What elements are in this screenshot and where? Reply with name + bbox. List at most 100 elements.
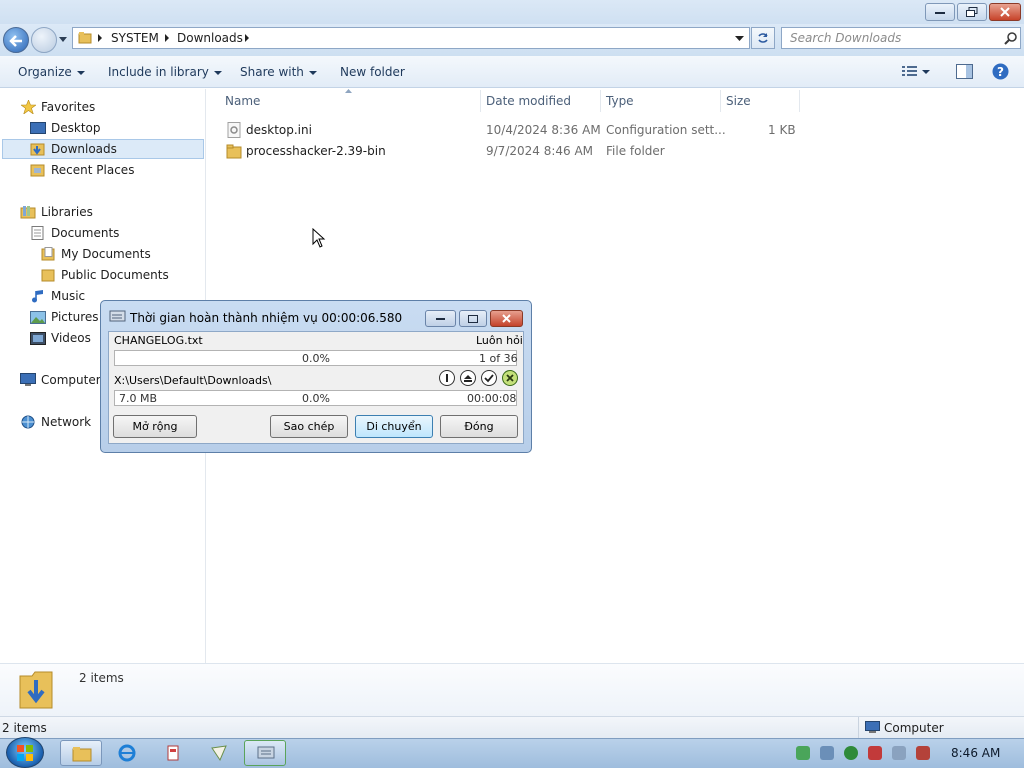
view-options-button[interactable] bbox=[902, 65, 918, 80]
taskbar-app[interactable] bbox=[198, 740, 240, 766]
refresh-button[interactable] bbox=[751, 27, 775, 49]
recent-places-icon bbox=[30, 163, 46, 177]
preview-pane-icon bbox=[956, 64, 973, 79]
restore-button[interactable] bbox=[957, 3, 987, 21]
breadcrumb-downloads[interactable]: Downloads bbox=[177, 31, 243, 45]
help-button[interactable]: ? bbox=[992, 63, 1009, 83]
table-row[interactable]: processhacker-2.39-bin 9/7/2024 8:46 AM … bbox=[220, 141, 800, 161]
include-in-library-button[interactable]: Include in library bbox=[108, 65, 222, 79]
dialog-cancel-button[interactable]: Đóng bbox=[440, 415, 518, 438]
new-folder-button[interactable]: New folder bbox=[340, 65, 405, 79]
confirm-button[interactable] bbox=[481, 370, 497, 386]
tray-security-icon[interactable] bbox=[796, 746, 810, 760]
nav-recent-places[interactable]: Recent Places bbox=[30, 160, 134, 180]
column-header-size[interactable]: Size bbox=[726, 94, 751, 108]
svg-text:?: ? bbox=[997, 65, 1004, 79]
desktop-icon bbox=[30, 121, 46, 135]
pause-button[interactable] bbox=[460, 370, 476, 386]
column-separator[interactable] bbox=[480, 90, 481, 112]
nav-computer[interactable]: Computer bbox=[20, 370, 101, 390]
nav-documents[interactable]: Documents bbox=[30, 223, 119, 243]
tray-network-icon[interactable] bbox=[892, 746, 906, 760]
status-divider bbox=[858, 717, 859, 739]
preview-pane-button[interactable] bbox=[956, 64, 973, 82]
nav-pictures[interactable]: Pictures bbox=[30, 307, 99, 327]
dialog-maximize-button[interactable] bbox=[459, 310, 487, 327]
address-bar[interactable]: SYSTEM Downloads bbox=[72, 27, 750, 49]
dialog-close-button[interactable] bbox=[490, 310, 523, 327]
chevron-right-icon[interactable] bbox=[164, 34, 170, 42]
nav-public-documents-label: Public Documents bbox=[61, 268, 169, 282]
nav-my-documents[interactable]: My Documents bbox=[40, 244, 151, 264]
details-pane: 2 items bbox=[0, 663, 1024, 716]
chevron-down-icon[interactable] bbox=[922, 70, 930, 74]
network-icon bbox=[20, 415, 36, 429]
copy-handler-icon bbox=[257, 746, 275, 759]
window-titlebar bbox=[0, 0, 1024, 24]
search-input[interactable]: Search Downloads bbox=[781, 27, 1021, 49]
nav-desktop-label: Desktop bbox=[51, 121, 101, 135]
nav-desktop[interactable]: Desktop bbox=[30, 118, 101, 138]
nav-downloads[interactable]: Downloads bbox=[2, 139, 204, 159]
eject-icon bbox=[464, 375, 472, 382]
nav-network[interactable]: Network bbox=[20, 412, 91, 432]
copy-button[interactable]: Sao chép bbox=[270, 415, 348, 438]
tray-volume-muted-icon[interactable] bbox=[916, 746, 930, 760]
minimize-button[interactable] bbox=[925, 3, 955, 21]
expand-button[interactable]: Mở rộng bbox=[113, 415, 197, 438]
settings-file-icon bbox=[227, 122, 241, 138]
table-row[interactable]: desktop.ini 10/4/2024 8:36 AM Configurat… bbox=[220, 120, 800, 140]
taskbar-explorer[interactable] bbox=[60, 740, 102, 766]
cancel-task-button[interactable] bbox=[502, 370, 518, 386]
column-separator[interactable] bbox=[720, 90, 721, 112]
breadcrumb-system[interactable]: SYSTEM bbox=[111, 31, 159, 45]
chevron-right-icon bbox=[98, 34, 102, 42]
nav-favorites[interactable]: Favorites bbox=[20, 97, 95, 117]
column-header-type[interactable]: Type bbox=[606, 94, 634, 108]
taskbar-app[interactable] bbox=[152, 740, 194, 766]
chevron-down-icon[interactable] bbox=[735, 36, 744, 41]
nav-videos[interactable]: Videos bbox=[30, 328, 91, 348]
forward-button[interactable] bbox=[31, 27, 57, 53]
search-icon[interactable] bbox=[1004, 31, 1018, 45]
tray-stack-icon[interactable] bbox=[820, 746, 834, 760]
taskbar-clock[interactable]: 8:46 AM bbox=[951, 746, 1000, 760]
chevron-right-icon[interactable] bbox=[244, 34, 250, 42]
maximize-icon bbox=[468, 314, 478, 323]
column-separator[interactable] bbox=[799, 90, 800, 112]
nav-libraries-label: Libraries bbox=[41, 205, 93, 219]
column-header-date[interactable]: Date modified bbox=[486, 94, 571, 108]
info-button[interactable] bbox=[439, 370, 455, 386]
organize-button[interactable]: Organize bbox=[18, 65, 85, 79]
column-separator[interactable] bbox=[600, 90, 601, 112]
file-type: Configuration sett... bbox=[606, 123, 726, 137]
dialog-minimize-button[interactable] bbox=[425, 310, 456, 327]
chevron-down-icon bbox=[308, 70, 317, 75]
tray-app-icon[interactable] bbox=[868, 746, 882, 760]
file-progress-bar: 0.0% 1 of 36 bbox=[114, 350, 518, 366]
dialog-title: Thời gian hoàn thành nhiệm vụ 00:00:06.5… bbox=[130, 311, 403, 325]
recent-pages-dropdown[interactable] bbox=[59, 37, 67, 42]
nav-music[interactable]: Music bbox=[30, 286, 85, 306]
downloads-folder-icon bbox=[19, 671, 53, 709]
close-button[interactable] bbox=[989, 3, 1021, 21]
details-item-count: 2 items bbox=[79, 671, 124, 685]
organize-label: Organize bbox=[18, 65, 72, 79]
move-button[interactable]: Di chuyển bbox=[355, 415, 433, 438]
nav-libraries[interactable]: Libraries bbox=[20, 202, 93, 222]
start-button[interactable] bbox=[6, 737, 44, 768]
libraries-icon bbox=[20, 205, 36, 219]
nav-public-documents[interactable]: Public Documents bbox=[40, 265, 169, 285]
back-button[interactable] bbox=[3, 27, 29, 53]
share-with-label: Share with bbox=[240, 65, 304, 79]
chevron-down-icon bbox=[76, 70, 85, 75]
tray-play-icon[interactable] bbox=[844, 746, 858, 760]
taskbar-copy-handler[interactable] bbox=[244, 740, 286, 766]
column-header-name[interactable]: Name bbox=[225, 94, 260, 108]
time-remaining: 00:00:08 bbox=[467, 392, 517, 405]
taskbar-internet-explorer[interactable] bbox=[106, 740, 148, 766]
file-name: processhacker-2.39-bin bbox=[246, 144, 386, 158]
folder-icon bbox=[40, 247, 56, 261]
arrow-left-icon bbox=[9, 35, 22, 47]
share-with-button[interactable]: Share with bbox=[240, 65, 317, 79]
